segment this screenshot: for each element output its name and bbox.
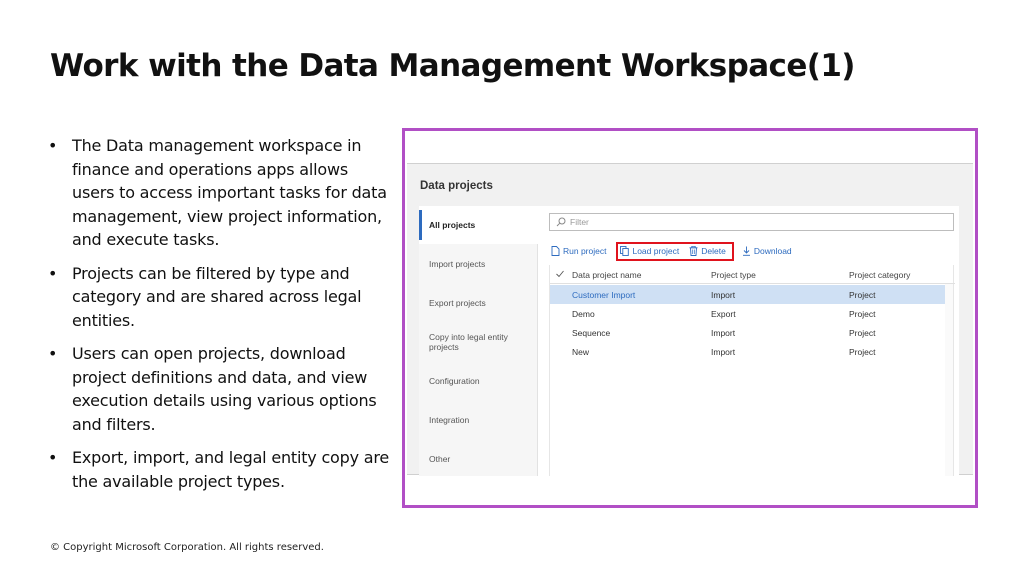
filter-placeholder: Filter: [570, 217, 589, 227]
row-project-type: Export: [711, 309, 736, 319]
select-all-checkbox[interactable]: [556, 270, 564, 280]
bullet-list: The Data management workspace in finance…: [48, 134, 393, 503]
row-project-type: Import: [711, 347, 736, 357]
search-icon: [556, 217, 566, 227]
download-icon: [742, 246, 750, 256]
header-project-category[interactable]: Project category: [849, 270, 910, 280]
run-project-button[interactable]: Run project: [551, 246, 606, 256]
nav-import-projects[interactable]: Import projects: [419, 245, 538, 283]
header-project-type[interactable]: Project type: [711, 270, 756, 280]
highlight-box: Load project Delete: [616, 241, 734, 261]
run-project-label: Run project: [563, 246, 607, 256]
row-project-category: Project: [849, 309, 876, 319]
delete-button[interactable]: Delete: [689, 246, 726, 256]
screenshot-frame: Data projects All projects Import projec…: [402, 128, 978, 508]
row-project-category: Project: [849, 328, 876, 338]
table-row[interactable]: Customer Import Import Project: [550, 285, 947, 304]
run-icon: [551, 246, 560, 256]
grid-header: Data project name Project type Project c…: [550, 265, 955, 284]
row-project-name: New: [572, 347, 590, 357]
filter-input[interactable]: Filter: [549, 213, 954, 231]
delete-label: Delete: [701, 246, 726, 256]
load-icon: [620, 246, 630, 256]
header-project-name[interactable]: Data project name: [572, 270, 641, 280]
nav-configuration[interactable]: Configuration: [419, 362, 538, 400]
bullet-item: Projects can be filtered by type and cat…: [48, 262, 393, 333]
nav-other[interactable]: Other: [419, 440, 538, 478]
row-project-name: Customer Import: [572, 290, 636, 300]
action-toolbar: Run project Load project Delete Download: [551, 241, 802, 261]
table-row[interactable]: New Import Project: [550, 342, 947, 361]
projects-grid: Data project name Project type Project c…: [549, 265, 955, 476]
table-row[interactable]: Demo Export Project: [550, 304, 947, 323]
bullet-item: Export, import, and legal entity copy ar…: [48, 446, 393, 493]
download-button[interactable]: Download: [742, 246, 792, 256]
nav-copy-legal-entity-projects[interactable]: Copy into legal entity projects: [419, 323, 538, 361]
row-project-type: Import: [711, 290, 736, 300]
grid-scrollbar[interactable]: [945, 284, 953, 476]
projects-panel: All projects Import projects Export proj…: [419, 206, 959, 476]
row-project-name: Sequence: [572, 328, 611, 338]
delete-icon: [689, 246, 698, 256]
load-project-button[interactable]: Load project: [620, 246, 679, 256]
row-project-category: Project: [849, 290, 876, 300]
bullet-item: Users can open projects, download projec…: [48, 342, 393, 436]
table-row[interactable]: Sequence Import Project: [550, 323, 947, 342]
row-project-name: Demo: [572, 309, 595, 319]
nav-all-projects[interactable]: All projects: [419, 206, 538, 244]
load-project-label: Load project: [632, 246, 680, 256]
download-label: Download: [753, 246, 792, 256]
project-nav: All projects Import projects Export proj…: [419, 206, 538, 476]
copyright-footer: © Copyright Microsoft Corporation. All r…: [50, 542, 324, 553]
slide-title: Work with the Data Management Workspace(…: [50, 48, 855, 84]
app-title: Data projects: [420, 180, 493, 192]
check-icon: [556, 270, 564, 278]
row-project-type: Import: [711, 328, 736, 338]
row-project-category: Project: [849, 347, 876, 357]
bullet-item: The Data management workspace in finance…: [48, 134, 393, 252]
nav-integration[interactable]: Integration: [419, 401, 538, 439]
data-projects-app: Data projects All projects Import projec…: [407, 163, 973, 476]
nav-export-projects[interactable]: Export projects: [419, 284, 538, 322]
